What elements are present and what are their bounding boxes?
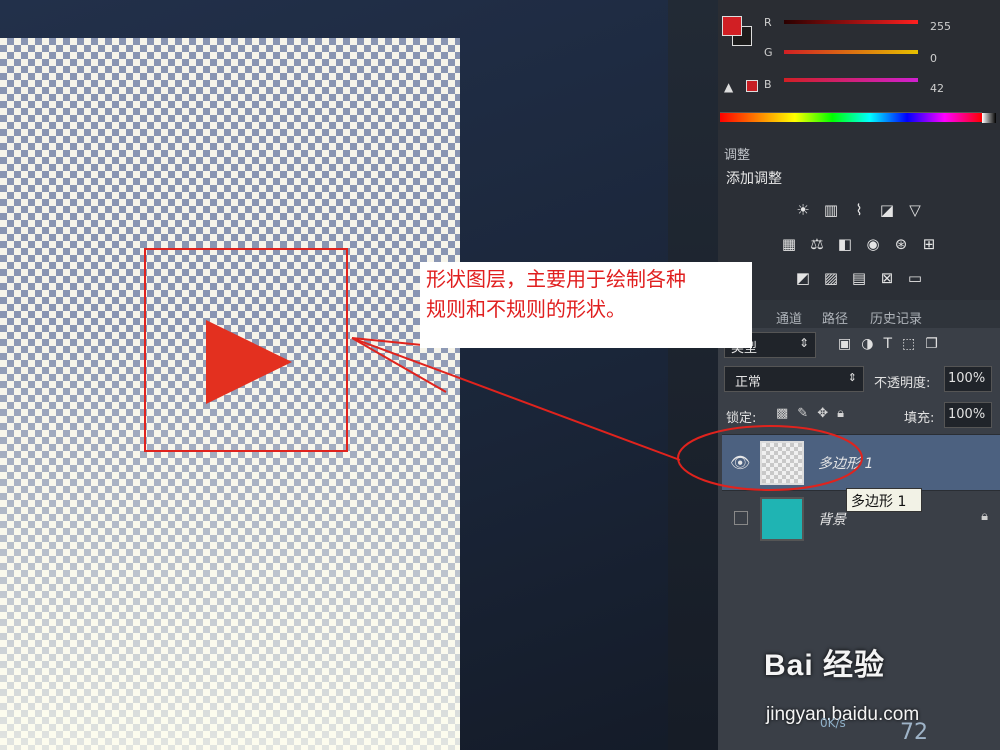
canvas-workspace[interactable]: [0, 0, 720, 750]
layer-thumbnail-shape[interactable]: [760, 441, 804, 485]
lock-icons: ▩ ✎ ✥ 🔒︎: [776, 406, 844, 421]
layer-filter-row: 类型 ⇕ ▣ ◑ T ⬚ ❐: [718, 330, 1000, 360]
blend-mode-value: 正常: [735, 375, 762, 390]
layer-row-polygon[interactable]: 👁︎ 多边形 1: [722, 434, 1000, 490]
lock-label: 锁定:: [726, 411, 757, 426]
layer-name[interactable]: 背景: [818, 509, 846, 529]
channel-g-slider[interactable]: [784, 50, 918, 54]
visibility-toggle-empty[interactable]: [734, 511, 748, 525]
gradient-map-icon[interactable]: ▭: [905, 268, 925, 288]
channel-b-slider[interactable]: [784, 78, 918, 82]
opacity-label: 不透明度:: [874, 376, 931, 391]
levels-icon[interactable]: ▥: [821, 200, 841, 220]
shape-filter-icon[interactable]: ⬚: [902, 336, 915, 352]
pixel-filter-icon[interactable]: ▣: [838, 336, 851, 352]
lock-transparency-icon[interactable]: ▩: [776, 406, 788, 421]
channel-mixer-icon[interactable]: ⊛: [891, 234, 911, 254]
status-number: 72: [900, 720, 928, 745]
adjustments-icon-row-1: ☀ ▥ ⌇ ◪ ▽: [718, 200, 1000, 220]
layer-name[interactable]: 多边形 1: [818, 453, 873, 473]
adjustments-panel: 调整 添加调整 ☀ ▥ ⌇ ◪ ▽ ▦ ⚖ ◧ ◉ ⊛ ⊞ ◩ ▨ ▤ ⊠ ▭: [718, 138, 1000, 300]
posterize-icon[interactable]: ▨: [821, 268, 841, 288]
lock-icon: 🔒︎: [981, 509, 988, 524]
tab-adjustments[interactable]: 调整: [724, 144, 750, 163]
gamut-warning-icon[interactable]: ▲: [724, 80, 738, 94]
channel-b-value[interactable]: 42: [930, 82, 944, 95]
triangle-shape[interactable]: [206, 320, 292, 404]
chevron-updown-icon: ⇕: [847, 371, 857, 384]
layer-thumbnail-background[interactable]: [760, 497, 804, 541]
lock-paint-icon[interactable]: ✎: [797, 406, 808, 421]
lock-all-icon[interactable]: 🔒︎: [837, 406, 844, 421]
fill-label: 填充:: [904, 411, 935, 426]
eye-icon[interactable]: 👁︎: [730, 453, 750, 473]
blend-mode-select[interactable]: 正常 ⇕: [724, 366, 864, 392]
annotation-line-1: 形状图层，主要用于绘制各种: [426, 267, 686, 291]
lock-position-icon[interactable]: ✥: [817, 406, 828, 421]
color-balance-icon[interactable]: ⚖: [807, 234, 827, 254]
channel-r-slider[interactable]: [784, 20, 918, 24]
watermark-logo: Bai 经验: [764, 649, 886, 682]
tab-channels[interactable]: 通道: [776, 308, 802, 327]
blend-row: 正常 ⇕ 不透明度: 100%: [718, 364, 1000, 394]
network-speed: 0K/s: [820, 716, 846, 730]
right-panel: R 255 G 0 ▲ B 42 调整 添加调整 ☀ ▥ ⌇ ◪ ▽ ▦ ⚖ ◧…: [718, 0, 1000, 750]
layer-filter-icons: ▣ ◑ T ⬚ ❐: [838, 336, 938, 352]
color-panel: R 255 G 0 ▲ B 42: [718, 0, 1000, 130]
hue-saturation-icon[interactable]: ▦: [779, 234, 799, 254]
adjustments-icon-row-2: ▦ ⚖ ◧ ◉ ⊛ ⊞: [718, 234, 1000, 254]
color-spectrum-bar[interactable]: [720, 112, 996, 123]
channel-g-value[interactable]: 0: [930, 52, 937, 65]
annotation-callout: 形状图层，主要用于绘制各种 规则和不规则的形状。: [420, 262, 752, 348]
brightness-icon[interactable]: ☀: [793, 200, 813, 220]
black-white-icon[interactable]: ◧: [835, 234, 855, 254]
channel-b-label: B: [764, 78, 772, 91]
color-lookup-icon[interactable]: ⊞: [919, 234, 939, 254]
type-filter-icon[interactable]: T: [883, 336, 892, 352]
layers-tab-bar: 通道 路径 历史记录: [718, 300, 1000, 328]
adjustment-filter-icon[interactable]: ◑: [861, 336, 873, 352]
annotation-line-2: 规则和不规则的形状。: [426, 297, 626, 321]
foreground-color-swatch[interactable]: [722, 16, 742, 36]
threshold-icon[interactable]: ▤: [849, 268, 869, 288]
baidu-watermark: Bai 经验 jingyan.baidu.com: [760, 640, 990, 740]
tab-paths[interactable]: 路径: [822, 308, 848, 327]
fill-input[interactable]: 100%: [944, 402, 992, 428]
shape-highlight-box: [144, 248, 348, 452]
gamut-swatch[interactable]: [746, 80, 758, 92]
curves-icon[interactable]: ⌇: [849, 200, 869, 220]
chevron-updown-icon: ⇕: [798, 336, 809, 350]
adjustments-title: 添加调整: [726, 171, 782, 187]
channel-r-label: R: [764, 16, 772, 29]
selective-color-icon[interactable]: ⊠: [877, 268, 897, 288]
channel-g-label: G: [764, 46, 773, 59]
opacity-input[interactable]: 100%: [944, 366, 992, 392]
vibrance-icon[interactable]: ▽: [905, 200, 925, 220]
lock-row: 锁定: ▩ ✎ ✥ 🔒︎ 填充: 100%: [718, 400, 1000, 430]
smart-object-filter-icon[interactable]: ❐: [925, 336, 938, 352]
invert-icon[interactable]: ◩: [793, 268, 813, 288]
channel-r-value[interactable]: 255: [930, 20, 951, 33]
layer-tooltip: 多边形 1: [846, 488, 922, 512]
exposure-icon[interactable]: ◪: [877, 200, 897, 220]
tab-history[interactable]: 历史记录: [870, 308, 922, 327]
photo-filter-icon[interactable]: ◉: [863, 234, 883, 254]
panel-gutter: [668, 0, 720, 750]
adjustments-icon-row-3: ◩ ▨ ▤ ⊠ ▭: [718, 268, 1000, 288]
